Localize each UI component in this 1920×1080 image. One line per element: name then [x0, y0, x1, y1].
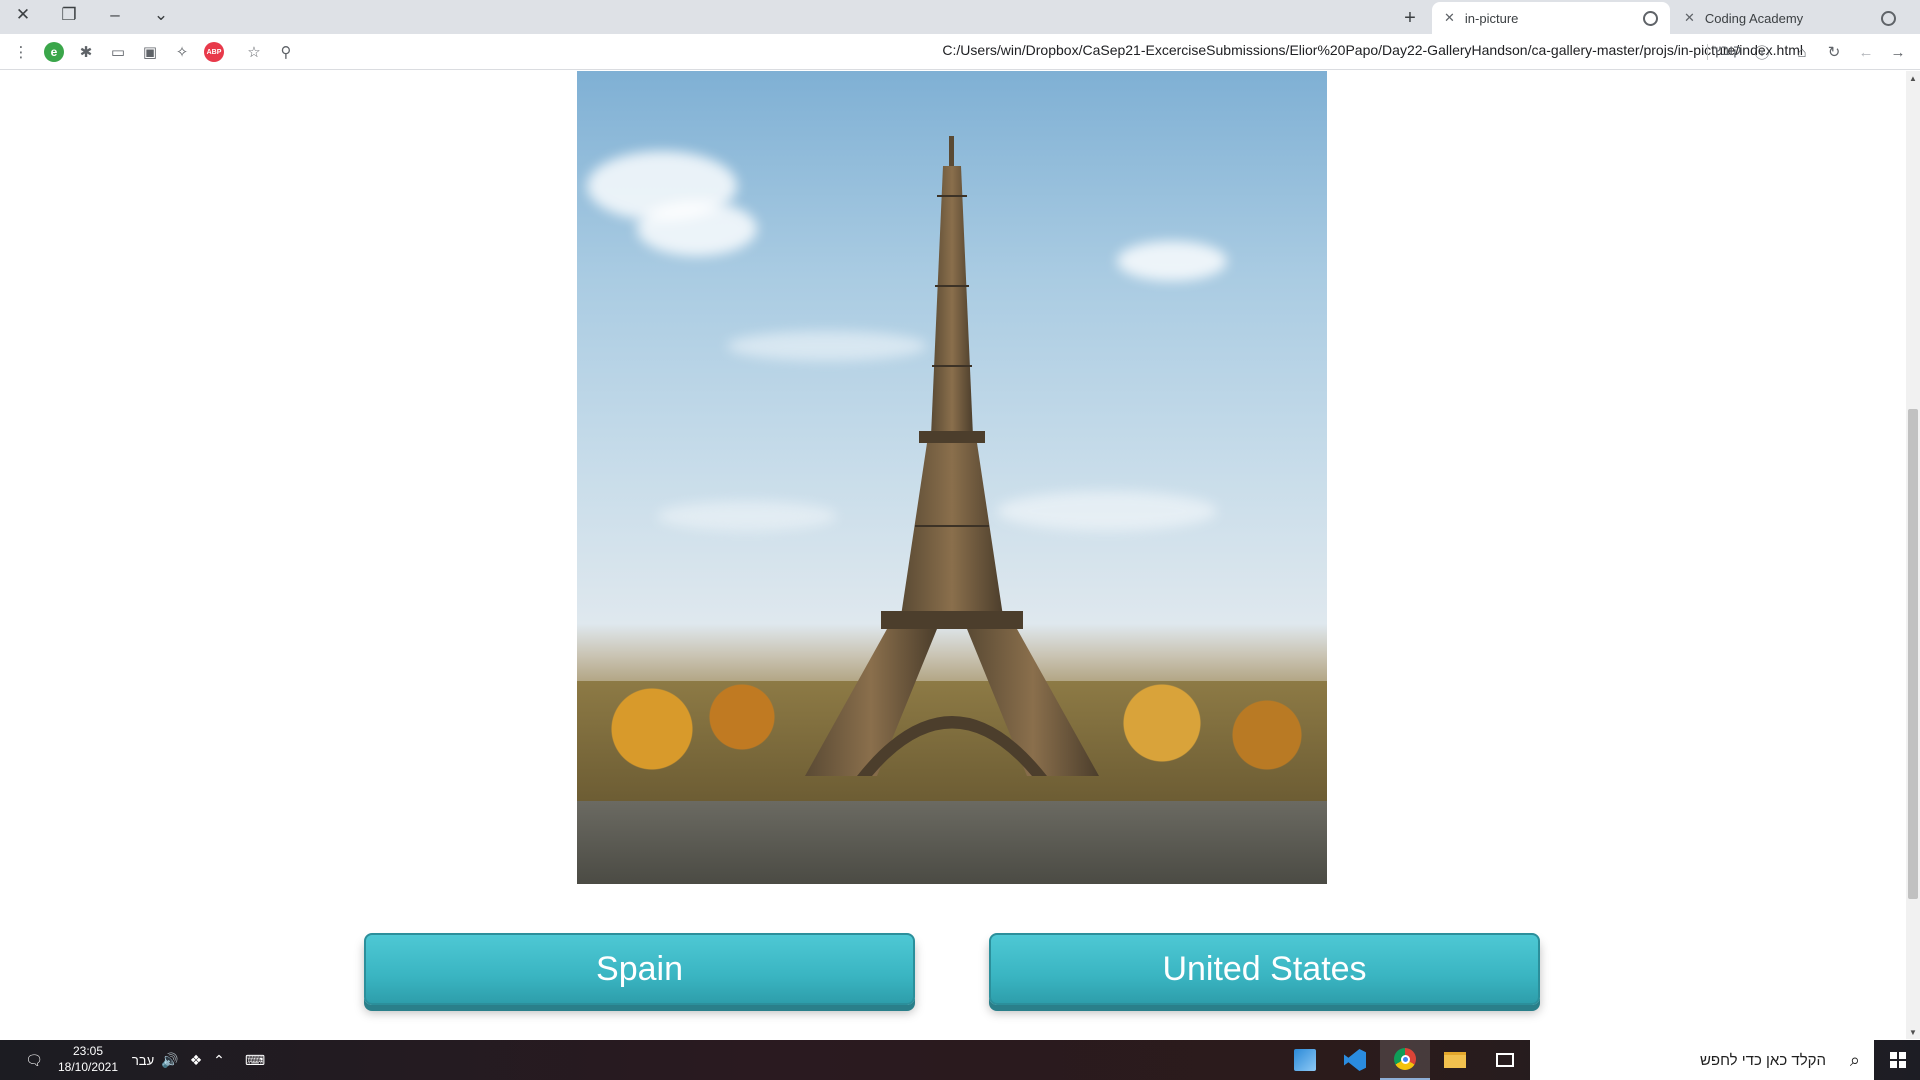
photos-app-icon[interactable]	[1280, 1040, 1330, 1080]
tab-in-picture[interactable]: ✕ in-picture	[1432, 2, 1670, 34]
quiz-picture	[577, 71, 1327, 884]
close-tab-icon[interactable]: ✕	[1684, 10, 1695, 26]
keyboard-icon[interactable]: ⌨	[240, 1040, 270, 1080]
start-button[interactable]	[1876, 1040, 1920, 1080]
reload-icon[interactable]: ↻	[1824, 42, 1844, 62]
globe-icon	[1881, 11, 1896, 26]
chrome-app-icon[interactable]	[1380, 1040, 1430, 1080]
minimize-window-icon[interactable]: –	[92, 0, 138, 30]
new-tab-button[interactable]: +	[1396, 4, 1424, 32]
extension-sparkle-icon[interactable]: ✧	[172, 42, 192, 62]
plus-icon: +	[1404, 6, 1416, 29]
vscode-app-icon[interactable]	[1330, 1040, 1380, 1080]
search-placeholder: הקלד כאן כדי לחפש	[1699, 1051, 1826, 1069]
bookmark-star-icon[interactable]: ☆	[244, 42, 264, 62]
browser-toolbar: ⋮ e ✱ ▭ ▣ ✧ ABP ☆ ⚲ C:/Users/win/Dropbox…	[0, 34, 1920, 70]
file-explorer-app-icon[interactable]	[1430, 1040, 1480, 1080]
restore-window-icon[interactable]: ❐	[46, 0, 92, 30]
address-bar[interactable]: C:/Users/win/Dropbox/CaSep21-ExcerciseSu…	[800, 42, 1803, 62]
answer-button-spain[interactable]: Spain	[364, 933, 915, 1005]
search-icon: ⌕	[1849, 1050, 1860, 1070]
clock-date: 18/10/2021	[57, 1060, 119, 1074]
tab-strip: ✕ ❐ – ⌄ + ✕ in-picture ✕ Coding Academy	[0, 0, 1920, 34]
volume-icon[interactable]: 🔊	[158, 1040, 182, 1080]
close-tab-icon[interactable]: ✕	[1444, 10, 1455, 26]
address-divider	[1707, 44, 1708, 60]
close-window-icon[interactable]: ✕	[0, 0, 46, 30]
zoom-icon[interactable]: ⚲	[276, 42, 296, 62]
extension-window-icon[interactable]: ▭	[108, 42, 128, 62]
dropbox-icon[interactable]: ❖	[184, 1040, 208, 1080]
eiffel-tower	[805, 136, 1099, 776]
scroll-down-arrow-icon[interactable]: ▼	[1906, 1025, 1920, 1039]
cloud	[637, 201, 757, 256]
answer-button-united-states[interactable]: United States	[989, 933, 1540, 1005]
cloud	[1117, 241, 1227, 281]
site-info-icon[interactable]: ⓘ	[1752, 42, 1772, 62]
file-label: קובץ	[1714, 42, 1742, 58]
extension-e-icon[interactable]: e	[44, 42, 64, 62]
tab-search-chevron-icon[interactable]: ⌄	[138, 0, 184, 30]
taskbar-search-input[interactable]: הקלד כאן כדי לחפש ⌕	[1530, 1040, 1874, 1080]
page-scrollbar[interactable]: ▲ ▼	[1906, 71, 1920, 1039]
page-viewport: Spain United States	[0, 71, 1906, 1039]
notifications-icon[interactable]: 🗨	[20, 1040, 48, 1080]
windows-taskbar: 🗨 23:05 18/10/2021 עבר 🔊 ❖ ⌃ ⌨ הקלד כאן …	[0, 1040, 1920, 1080]
clock-time: 23:05	[72, 1044, 104, 1058]
system-clock[interactable]: 23:05 18/10/2021	[54, 1043, 122, 1075]
scroll-thumb[interactable]	[1908, 409, 1918, 899]
tab-coding-academy[interactable]: ✕ Coding Academy	[1672, 2, 1908, 34]
globe-icon	[1643, 11, 1658, 26]
forward-arrow-icon[interactable]: →	[1888, 42, 1908, 62]
task-view-icon[interactable]	[1480, 1040, 1530, 1080]
adblock-icon[interactable]: ABP	[204, 42, 224, 62]
language-indicator[interactable]: עבר	[128, 1040, 158, 1080]
scroll-up-arrow-icon[interactable]: ▲	[1906, 71, 1920, 85]
extensions-puzzle-icon[interactable]: ✱	[76, 42, 96, 62]
home-icon[interactable]: ⌂	[1792, 42, 1812, 62]
back-arrow-icon[interactable]: ←	[1856, 42, 1876, 62]
tab-title: in-picture	[1464, 10, 1519, 26]
windows-logo-icon	[1890, 1052, 1906, 1068]
tray-expand-chevron-icon[interactable]: ⌃	[208, 1040, 230, 1080]
menu-dots-icon[interactable]: ⋮	[11, 42, 31, 62]
tab-title: Coding Academy	[1704, 10, 1804, 26]
extension-mask-icon[interactable]: ▣	[140, 42, 160, 62]
